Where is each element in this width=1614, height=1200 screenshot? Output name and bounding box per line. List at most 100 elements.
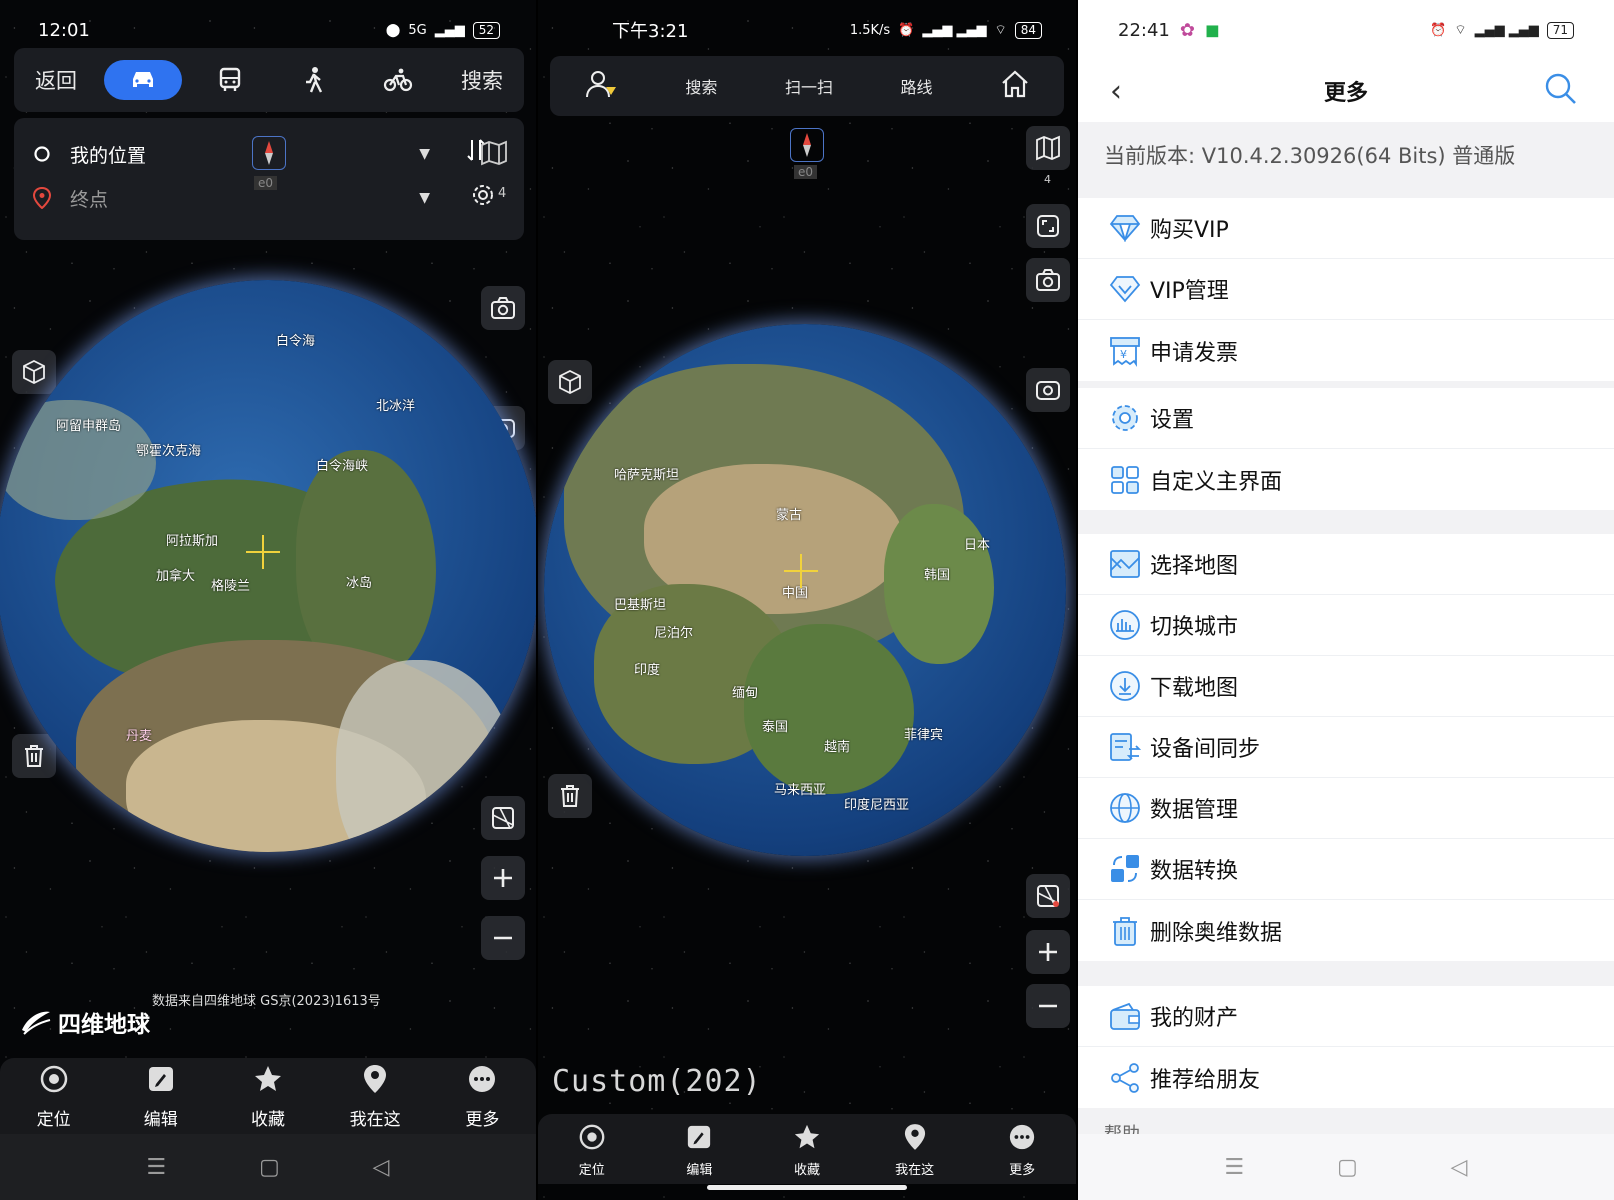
map-screen-middle: 下午3:21 1.5K/s ⏰ ▂▄▆ ▂▄▆ ⌔ 84 搜索 扫一扫 路线 e… [538, 0, 1076, 1200]
walk-icon [306, 67, 323, 93]
wifi-icon: ⌔ [1454, 23, 1467, 38]
map-layer-icon[interactable] [480, 140, 508, 170]
edit-icon [688, 1125, 711, 1148]
globe-label: 阿留申群岛 [56, 419, 122, 434]
battery-indicator: 52 [472, 21, 500, 39]
globe-label: 菲律宾 [904, 728, 944, 743]
globe-label: 白令海峡 [316, 459, 369, 474]
route-mode-bar: 返回 搜索 [14, 48, 524, 112]
nav-more[interactable]: 更多 [437, 1063, 527, 1130]
menu-data-convert[interactable]: 数据转换 [1078, 839, 1614, 900]
nav-favorites[interactable]: 收藏 [762, 1121, 852, 1178]
brand-logo: 四维地球 [20, 1005, 150, 1039]
menu-delete-data[interactable]: 删除奥维数据 [1078, 900, 1614, 961]
user-button[interactable] [584, 69, 618, 103]
globe-label: 印度 [634, 663, 661, 678]
back-triangle-icon[interactable]: ◁ [373, 1155, 390, 1180]
version-info: 当前版本: V10.4.2.30926(64 Bits) 普通版 [1104, 144, 1516, 168]
map-tool-button[interactable] [1026, 874, 1070, 918]
plus-icon [494, 869, 512, 887]
search-button[interactable]: 搜索 [685, 74, 717, 98]
edit-icon [148, 1066, 173, 1091]
svg-text:¥: ¥ [1120, 348, 1127, 361]
alarm-icon: ⏰ [898, 22, 915, 38]
walk-mode-button[interactable] [278, 60, 350, 100]
map-pin-grid-icon [1037, 885, 1059, 907]
globe-label: 阿拉斯加 [166, 534, 219, 549]
city-icon [1110, 610, 1140, 640]
menu-settings[interactable]: 设置 [1078, 388, 1614, 449]
net-speed: 1.5K/s [849, 22, 891, 38]
app-notification-icon: ✿ [1179, 19, 1195, 41]
chevron-down-icon[interactable]: ▼ [419, 190, 430, 206]
bus-mode-button[interactable] [194, 60, 266, 100]
compass-button[interactable] [790, 128, 824, 162]
map-layer-button[interactable] [1026, 126, 1070, 170]
globe-label: 马来西亚 [774, 783, 827, 798]
nav-edit[interactable]: 编辑 [116, 1063, 206, 1130]
zoom-in-button[interactable] [1026, 930, 1070, 974]
home-indicator[interactable] [707, 1185, 907, 1190]
menu-share-friends[interactable]: 推荐给朋友 [1078, 1047, 1614, 1108]
globe-label: 丹麦 [126, 729, 153, 744]
header-bar: ‹ 更多 [1078, 60, 1614, 122]
fullscreen-icon [1037, 215, 1059, 237]
globe-label: 冰岛 [346, 576, 373, 591]
menu-icon[interactable]: ☰ [146, 1155, 166, 1180]
car-mode-button[interactable] [104, 60, 182, 100]
home-button[interactable] [1000, 69, 1030, 103]
menu-vip-manage[interactable]: VIP管理 [1078, 259, 1614, 320]
center-crosshair [784, 554, 818, 588]
nav-edit[interactable]: 编辑 [654, 1121, 744, 1178]
home-square-icon[interactable]: ▢ [259, 1155, 280, 1180]
home-square-icon[interactable]: ▢ [1337, 1155, 1358, 1180]
nav-here[interactable]: 我在这 [330, 1063, 420, 1130]
earth-globe[interactable]: 蒙古 中国 韩国 日本 印度 缅甸 泰国 越南 菲律宾 马来西亚 印度尼西亚 哈… [544, 324, 1066, 856]
menu-switch-city[interactable]: 切换城市 [1078, 595, 1614, 656]
bike-icon [383, 68, 413, 92]
nav-here[interactable]: 我在这 [870, 1121, 960, 1178]
globe-label: 哈萨克斯坦 [614, 468, 680, 483]
menu-icon[interactable]: ☰ [1224, 1155, 1244, 1180]
screenshot-button[interactable] [1026, 258, 1070, 302]
earth-globe[interactable]: 白令海 阿留申群岛 鄂霍次克海 白令海峡 北冰洋 阿拉斯加 加拿大 格陵兰 冰岛… [0, 280, 536, 852]
search-icon[interactable] [1544, 72, 1578, 110]
nav-locate[interactable]: 定位 [9, 1063, 99, 1130]
battery-indicator: 71 [1546, 21, 1574, 39]
route-search-button[interactable]: 搜索 [446, 60, 518, 100]
menu-buy-vip[interactable]: 购买VIP [1078, 198, 1614, 259]
compass-button[interactable] [252, 136, 286, 170]
locate-icon [579, 1124, 605, 1149]
menu-invoice[interactable]: ¥ 申请发票 [1078, 320, 1614, 381]
plus-icon [1039, 943, 1057, 961]
menu-data-manage[interactable]: 数据管理 [1078, 778, 1614, 839]
route-button[interactable]: 路线 [901, 74, 933, 98]
custom-layer-label: Custom(202) [552, 1064, 762, 1099]
system-nav-bar: ☰ ▢ ◁ [0, 1134, 536, 1200]
zoom-out-button[interactable] [481, 916, 525, 960]
back-chevron-icon[interactable]: ‹ [1110, 74, 1122, 109]
menu-group-map: 选择地图 切换城市 下载地图 设备间同步 数据管理 数据转换 删除奥维数据 [1078, 534, 1614, 961]
nav-more[interactable]: 更多 [977, 1121, 1067, 1178]
nav-locate[interactable]: 定位 [547, 1121, 637, 1178]
zoom-in-button[interactable] [481, 856, 525, 900]
menu-my-assets[interactable]: 我的财产 [1078, 986, 1614, 1047]
zoom-out-button[interactable] [1026, 984, 1070, 1028]
menu-download-map[interactable]: 下载地图 [1078, 656, 1614, 717]
status-time: 下午3:21 [612, 21, 689, 42]
gear-icon[interactable] [470, 182, 496, 212]
status-bar: 下午3:21 1.5K/s ⏰ ▂▄▆ ▂▄▆ ⌔ 84 [538, 0, 1076, 60]
bike-mode-button[interactable] [362, 60, 434, 100]
menu-device-sync[interactable]: 设备间同步 [1078, 717, 1614, 778]
menu-customize-home[interactable]: 自定义主界面 [1078, 449, 1614, 510]
chevron-down-icon[interactable]: ▼ [419, 146, 430, 162]
back-triangle-icon[interactable]: ◁ [1451, 1155, 1468, 1180]
menu-select-map[interactable]: 选择地图 [1078, 534, 1614, 595]
car-icon [133, 72, 153, 87]
fullscreen-button[interactable] [1026, 204, 1070, 248]
scan-button[interactable]: 扫一扫 [785, 74, 833, 98]
nav-favorites[interactable]: 收藏 [223, 1063, 313, 1130]
globe-label: 北冰洋 [376, 399, 416, 414]
back-button[interactable]: 返回 [20, 60, 92, 100]
status-bar: 22:41 ✿ ◼ ⏰ ⌔ ▂▄▆ ▂▄▆ 71 [1078, 0, 1614, 60]
